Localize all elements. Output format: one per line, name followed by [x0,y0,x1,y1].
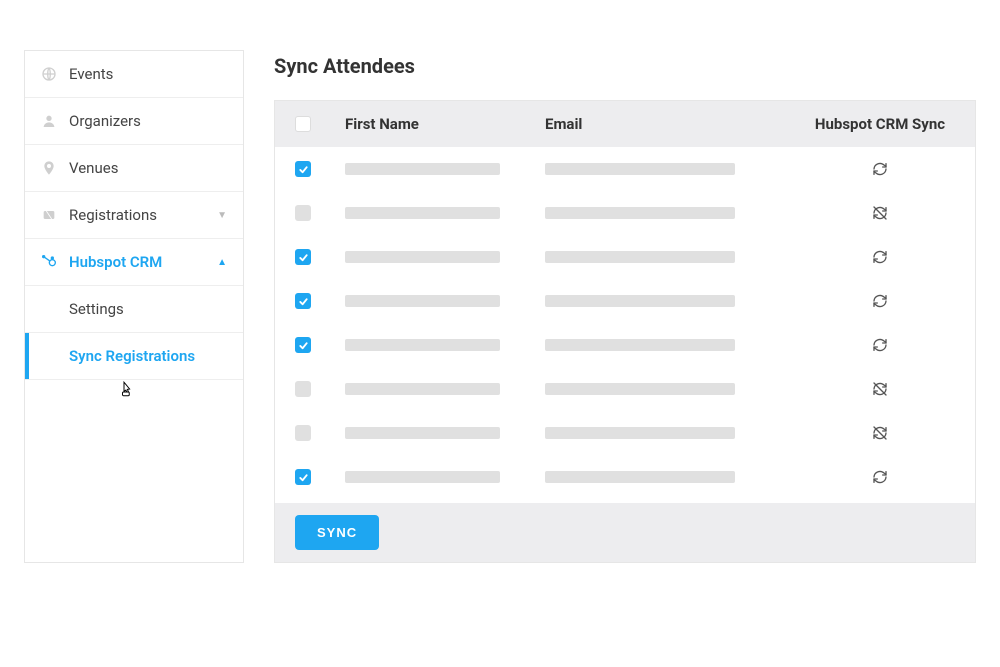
sidebar-item-events[interactable]: Events [25,51,243,98]
email-placeholder [545,295,735,307]
sidebar-item-registrations[interactable]: Registrations ▼ [25,192,243,239]
sync-disabled-icon[interactable] [872,425,888,441]
email-placeholder [545,207,735,219]
page-title: Sync Attendees [274,54,976,78]
sidebar-label-venues: Venues [69,159,118,177]
table-row [275,455,975,499]
sidebar-sub-label-sync: Sync Registrations [69,347,195,365]
sidebar-sub-settings[interactable]: Settings [25,286,243,333]
table-row [275,411,975,455]
sync-enabled-icon[interactable] [872,293,888,309]
row-checkbox[interactable] [295,381,311,397]
firstname-placeholder [345,295,500,307]
attendees-table: First Name Email Hubspot CRM Sync SYNC [274,100,976,563]
chevron-up-icon: ▲ [217,257,227,268]
row-checkbox[interactable] [295,249,311,265]
sidebar-label-registrations: Registrations [69,206,157,224]
row-checkbox[interactable] [295,425,311,441]
sidebar-item-organizers[interactable]: Organizers [25,98,243,145]
chevron-down-icon: ▼ [217,210,227,221]
table-body [275,147,975,503]
table-footer: SYNC [275,503,975,562]
sync-enabled-icon[interactable] [872,469,888,485]
firstname-placeholder [345,251,500,263]
hubspot-icon [41,254,57,270]
sync-disabled-icon[interactable] [872,205,888,221]
row-checkbox[interactable] [295,293,311,309]
sync-enabled-icon[interactable] [872,337,888,353]
user-icon [41,113,57,129]
sidebar-sub-sync-registrations[interactable]: Sync Registrations [25,333,243,380]
table-row [275,279,975,323]
table-row [275,235,975,279]
email-placeholder [545,339,735,351]
firstname-placeholder [345,207,500,219]
sidebar-label-organizers: Organizers [69,112,141,130]
ticket-icon [41,207,57,223]
table-row [275,367,975,411]
email-placeholder [545,427,735,439]
row-checkbox[interactable] [295,205,311,221]
sidebar-label-hubspot: Hubspot CRM [69,253,162,271]
header-firstname: First Name [345,115,545,133]
table-row [275,191,975,235]
row-checkbox[interactable] [295,161,311,177]
sidebar-item-hubspot[interactable]: Hubspot CRM ▲ [25,239,243,286]
select-all-checkbox[interactable] [295,116,311,132]
firstname-placeholder [345,427,500,439]
header-sync: Hubspot CRM Sync [805,115,955,133]
sync-enabled-icon[interactable] [872,249,888,265]
firstname-placeholder [345,163,500,175]
sidebar-sub-label-settings: Settings [69,300,124,318]
sidebar-item-venues[interactable]: Venues [25,145,243,192]
row-checkbox[interactable] [295,469,311,485]
email-placeholder [545,163,735,175]
firstname-placeholder [345,383,500,395]
main-content: Sync Attendees First Name Email Hubspot … [274,50,976,563]
sidebar-label-events: Events [69,65,113,83]
table-row [275,323,975,367]
table-header: First Name Email Hubspot CRM Sync [275,101,975,147]
globe-icon [41,66,57,82]
firstname-placeholder [345,471,500,483]
header-email: Email [545,115,805,133]
sync-button[interactable]: SYNC [295,515,379,550]
row-checkbox[interactable] [295,337,311,353]
pin-icon [41,160,57,176]
sync-disabled-icon[interactable] [872,381,888,397]
sidebar: Events Organizers Venues Registrations ▼ [24,50,244,563]
email-placeholder [545,471,735,483]
email-placeholder [545,251,735,263]
table-row [275,147,975,191]
sync-enabled-icon[interactable] [872,161,888,177]
firstname-placeholder [345,339,500,351]
email-placeholder [545,383,735,395]
